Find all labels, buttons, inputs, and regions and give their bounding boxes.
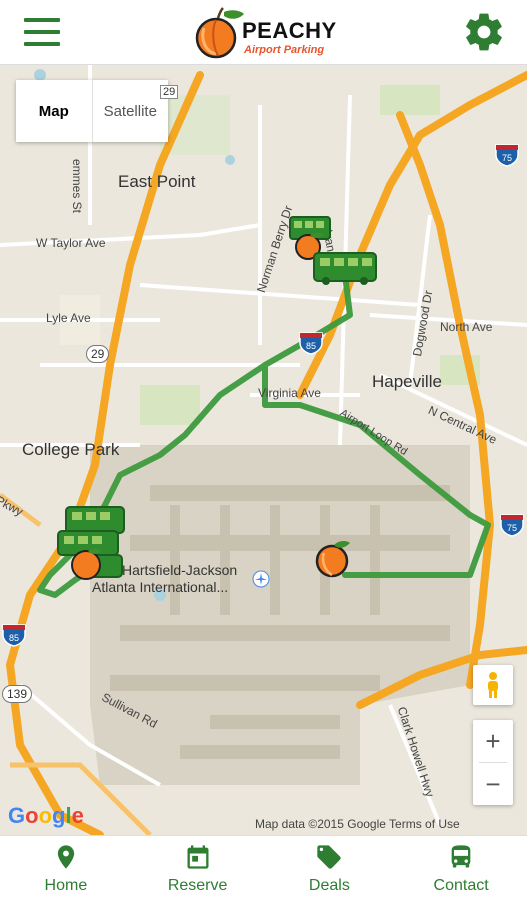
label-hapeville: Hapeville <box>372 372 442 391</box>
interstate-85-shield-icon: 85 <box>299 332 323 355</box>
nav-deals-label: Deals <box>308 876 350 894</box>
label-lyle-ave: Lyle Ave <box>46 311 91 325</box>
hwy-139-shield: 139 <box>2 685 33 703</box>
map-type-map-button[interactable]: Map <box>16 80 92 142</box>
nav-contact[interactable]: Contact <box>395 836 527 901</box>
bottom-nav: Home Reserve Deals Contact <box>0 835 527 901</box>
nav-home-label: Home <box>44 876 88 894</box>
label-north-ave: North Ave <box>440 320 493 334</box>
pegman-icon[interactable] <box>473 665 513 705</box>
parking-marker-shuttle-icon-2[interactable] <box>312 245 378 287</box>
label-emmes-st: emmes St <box>70 159 84 214</box>
hwy-29-shield-top: 29 <box>160 85 179 99</box>
interstate-75-shield-icon-2: 75 <box>500 514 524 537</box>
tag-icon <box>317 844 342 869</box>
interstate-75-shield-icon: 75 <box>495 144 519 167</box>
nav-reserve[interactable]: Reserve <box>132 836 264 901</box>
bus-icon <box>451 844 471 867</box>
map-view[interactable]: Map Satellite 29 75 75 85 85 29 139 East… <box>0 65 527 835</box>
map-attribution[interactable]: Map data ©2015 Google Terms of Use <box>255 817 460 831</box>
parking-marker-college-park-icon[interactable] <box>56 505 128 583</box>
nav-home[interactable]: Home <box>0 836 132 901</box>
nav-contact-label: Contact <box>433 876 489 894</box>
label-airport-name-1: Hartsfield-Jackson <box>122 562 238 578</box>
map-type-satellite-button[interactable]: Satellite <box>91 80 169 142</box>
calendar-icon <box>187 844 209 869</box>
label-virginia-ave: Virginia Ave <box>258 386 321 400</box>
i75-right-label: 75 <box>507 523 517 533</box>
street-view-control[interactable] <box>473 665 513 705</box>
google-logo: Google <box>8 803 84 828</box>
logo-title: PEACHY <box>242 18 337 43</box>
label-east-point: East Point <box>118 172 196 191</box>
i85-label: 85 <box>306 341 316 351</box>
hwy-29-shield: 29 <box>86 345 110 363</box>
zoom-control: + − <box>473 720 513 805</box>
nav-deals[interactable]: Deals <box>264 836 396 901</box>
nav-reserve-label: Reserve <box>167 876 228 894</box>
map-type-control: Map Satellite <box>16 80 168 142</box>
zoom-out-button[interactable]: − <box>473 763 513 805</box>
logo-subtitle: Airport Parking <box>244 44 325 56</box>
app-header: PEACHY Airport Parking <box>0 0 527 65</box>
app-logo: PEACHY Airport Parking <box>190 6 340 60</box>
location-pin-icon <box>57 844 75 869</box>
parking-marker-terminal-icon[interactable] <box>314 535 354 581</box>
zoom-in-button[interactable]: + <box>473 720 513 762</box>
gear-icon[interactable] <box>462 10 506 54</box>
interstate-85-shield-icon-2: 85 <box>2 624 26 647</box>
airport-icon <box>252 570 270 588</box>
label-college-park: College Park <box>22 440 120 459</box>
hamburger-icon[interactable] <box>24 18 60 46</box>
label-w-taylor-ave: W Taylor Ave <box>36 236 106 250</box>
i75-top-label: 75 <box>502 153 512 163</box>
i85-left-label: 85 <box>9 633 19 643</box>
peach-logo-icon <box>195 7 244 59</box>
